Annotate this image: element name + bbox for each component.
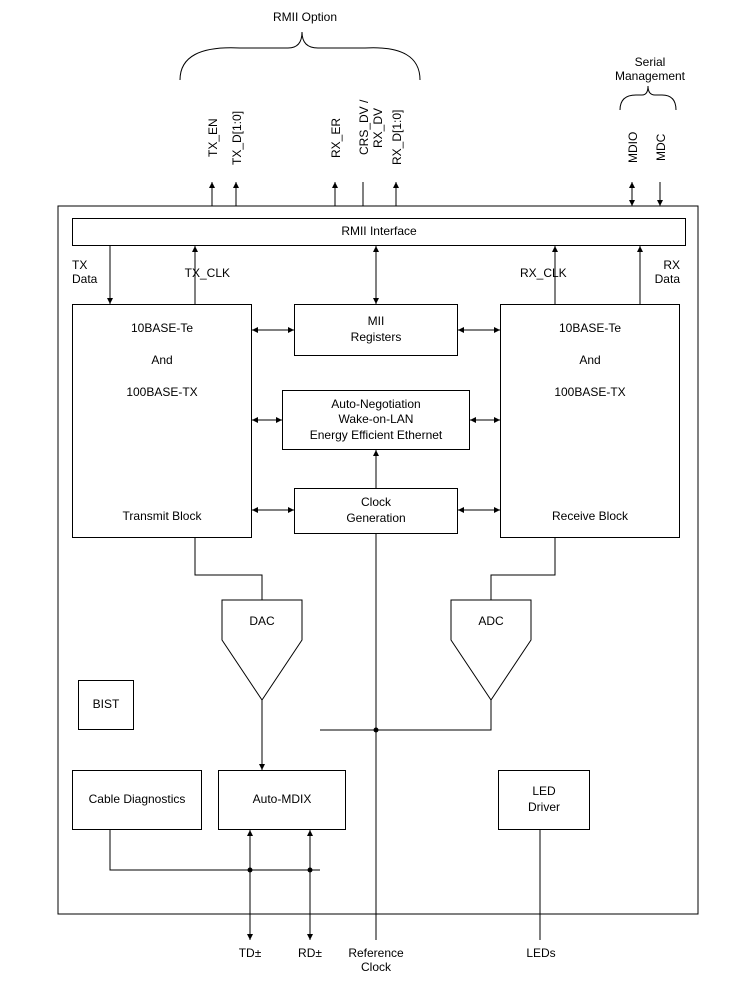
rx-data-label: RX Data xyxy=(640,258,680,287)
transmit-block: 10BASE-Te And 100BASE-TX Transmit Block xyxy=(72,304,252,538)
mii-registers-label: MII Registers xyxy=(351,314,402,345)
bist-label: BIST xyxy=(93,697,120,713)
rx-line1: 10BASE-Te xyxy=(559,321,621,335)
led-driver-block: LED Driver xyxy=(498,770,590,830)
cable-diagnostics-label: Cable Diagnostics xyxy=(89,792,186,808)
signal-rx-d: RX_D[1:0] xyxy=(390,100,404,175)
auto-mdix-label: Auto-MDIX xyxy=(253,792,312,808)
an-wol-eee-block: Auto-Negotiation Wake-on-LAN Energy Effi… xyxy=(282,390,470,450)
receive-block: 10BASE-Te And 100BASE-TX Receive Block xyxy=(500,304,680,538)
reference-clock-label: Reference Clock xyxy=(340,946,412,975)
tx-clk-label: TX_CLK xyxy=(160,266,230,280)
tx-line3: 100BASE-TX xyxy=(126,385,197,399)
rx-line4: Receive Block xyxy=(552,509,628,523)
mii-registers-block: MII Registers xyxy=(294,304,458,356)
signal-mdc: MDC xyxy=(654,120,668,175)
signal-rx-er: RX_ER xyxy=(329,100,343,175)
tx-line2: And xyxy=(151,353,172,367)
bist-block: BIST xyxy=(78,680,134,730)
clock-generation-block: Clock Generation xyxy=(294,488,458,534)
tx-line1: 10BASE-Te xyxy=(131,321,193,335)
signal-mdio: MDIO xyxy=(626,120,640,175)
auto-mdix-block: Auto-MDIX xyxy=(218,770,346,830)
dac-label: DAC xyxy=(222,614,302,628)
rx-line3: 100BASE-TX xyxy=(554,385,625,399)
cable-diagnostics-block: Cable Diagnostics xyxy=(72,770,202,830)
td-label: TD± xyxy=(228,946,272,960)
tx-data-label: TX Data xyxy=(72,258,112,287)
an-wol-eee-label: Auto-Negotiation Wake-on-LAN Energy Effi… xyxy=(310,397,443,444)
rmii-interface-block: RMII Interface xyxy=(72,218,686,246)
leds-label: LEDs xyxy=(516,946,566,960)
signal-crs-dv: CRS_DV / RX_DV xyxy=(357,80,385,175)
rx-clk-label: RX_CLK xyxy=(520,266,590,280)
rx-line2: And xyxy=(579,353,600,367)
led-driver-label: LED Driver xyxy=(528,784,560,815)
signal-tx-d: TX_D[1:0] xyxy=(230,100,244,175)
rmii-interface-label: RMII Interface xyxy=(341,224,416,240)
signal-tx-en: TX_EN xyxy=(206,100,220,175)
rd-label: RD± xyxy=(288,946,332,960)
adc-label: ADC xyxy=(451,614,531,628)
clock-generation-label: Clock Generation xyxy=(346,495,405,526)
tx-line4: Transmit Block xyxy=(123,509,202,523)
